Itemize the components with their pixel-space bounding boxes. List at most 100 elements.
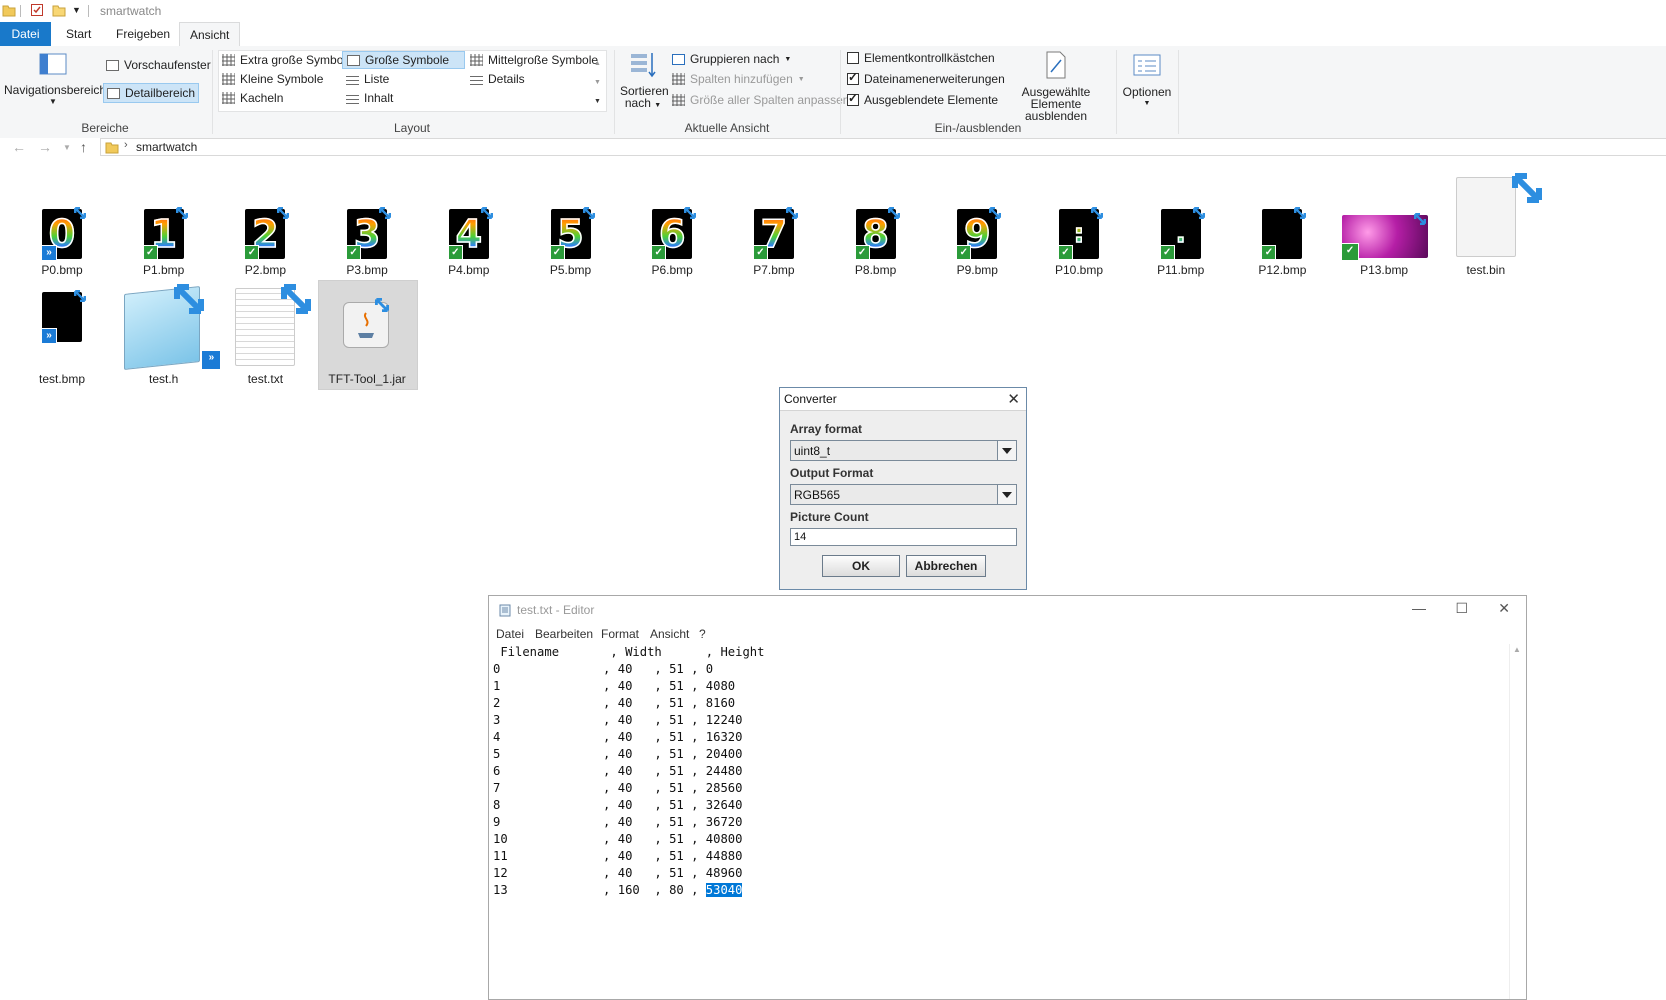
recent-locations-icon[interactable]: ▼ <box>63 143 71 152</box>
synced-check-icon: ✓ <box>854 245 870 260</box>
breadcrumb[interactable]: smartwatch <box>136 140 197 154</box>
file-item[interactable]: 1 ✓ P1.bmp <box>114 205 214 279</box>
editor-menu-bar: Datei Bearbeiten Format Ansicht ? <box>489 624 1526 644</box>
file-name: P2.bmp <box>244 263 287 277</box>
file-item[interactable]: 0» P0.bmp <box>12 205 112 279</box>
layout-large-icons[interactable]: Große Symbole <box>342 51 465 69</box>
picture-count-input[interactable]: 14 <box>790 528 1017 546</box>
file-item[interactable]: 9 ✓ P9.bmp <box>927 205 1027 279</box>
hide-selected-button[interactable]: Ausgewählte Elemente ausblenden <box>1000 50 1112 122</box>
synced-check-icon: ✓ <box>1341 243 1360 261</box>
group-label-aktuelle-ansicht: Aktuelle Ansicht <box>684 121 770 135</box>
file-name: test.bmp <box>38 372 86 386</box>
file-item[interactable]: ✓ P12.bmp <box>1232 205 1332 279</box>
new-folder-icon[interactable] <box>52 3 66 17</box>
layout-small-icons[interactable]: Kleine Symbole <box>222 70 323 88</box>
file-item[interactable]: 5 ✓ P5.bmp <box>521 205 621 279</box>
navigation-pane-button[interactable]: Navigationsbereich ▼ <box>4 52 106 108</box>
layout-details[interactable]: Details <box>470 70 525 88</box>
sort-label-2: nach <box>624 96 651 110</box>
customize-quick-access-icon[interactable]: ▼ <box>72 5 86 19</box>
pinned-arrow-icon <box>379 207 392 222</box>
ok-button[interactable]: OK <box>822 555 900 577</box>
file-item[interactable]: » test.bmp <box>12 288 112 388</box>
file-name: test.h <box>149 372 179 386</box>
tab-ansicht[interactable]: Ansicht <box>179 22 241 47</box>
file-item[interactable]: 4 ✓ P4.bmp <box>419 205 519 279</box>
text-line-content: 10 , 40 , 51 , <box>493 832 706 846</box>
group-by-button[interactable]: Gruppieren nach ▼ <box>672 50 791 68</box>
file-item[interactable]: test.h <box>114 284 214 388</box>
checkbox-checked[interactable] <box>847 91 859 106</box>
vertical-scrollbar[interactable]: ▲ <box>1509 644 1526 999</box>
file-item[interactable]: 8 ✓ P8.bmp <box>826 205 926 279</box>
editor-title: test.txt - Editor <box>517 603 595 617</box>
tab-start[interactable]: Start <box>56 22 101 46</box>
file-item[interactable]: 2 ✓ P2.bmp <box>215 205 315 279</box>
back-arrow-icon[interactable]: ← <box>12 139 26 155</box>
file-item[interactable]: 3 ✓ P3.bmp <box>317 205 417 279</box>
layout-extra-large-icons[interactable]: Extra große Symbole <box>222 51 353 69</box>
tab-datei[interactable]: Datei <box>0 22 51 46</box>
layout-scroll-arrows[interactable]: ▲ ▼ ▼ <box>594 54 601 111</box>
close-icon[interactable]: ✕ <box>1007 390 1020 408</box>
file-item[interactable]: : ✓ P10.bmp <box>1029 205 1129 279</box>
properties-icon[interactable] <box>30 3 44 17</box>
output-format-value: RGB565 <box>794 488 841 502</box>
file-item[interactable]: 6 ✓ P6.bmp <box>622 205 722 279</box>
notepad-icon <box>498 603 512 620</box>
layout-item-label: Mittelgroße Symbole <box>488 53 599 67</box>
editor-text-area[interactable]: Filename , Width , Height 0 , 40 , 51 , 0… <box>493 644 765 899</box>
fit-columns-button[interactable]: Größe aller Spalten anpassen <box>672 91 849 109</box>
close-icon[interactable]: ✕ <box>1498 600 1510 617</box>
preview-pane-button[interactable]: Vorschaufenster <box>106 56 211 74</box>
fit-columns-icon <box>672 94 685 106</box>
layout-content[interactable]: Inhalt <box>346 89 393 107</box>
file-item[interactable]: test.bin <box>1436 173 1542 279</box>
details-pane-button[interactable]: Detailbereich <box>103 83 200 103</box>
file-item[interactable]: ✓ P13.bmp <box>1334 205 1434 279</box>
layout-tiles[interactable]: Kacheln <box>222 89 283 107</box>
maximize-icon[interactable]: ☐ <box>1455 600 1468 617</box>
offset-value: 36720 <box>705 815 743 829</box>
add-columns-button[interactable]: Spalten hinzufügen ▼ <box>672 70 805 88</box>
array-format-select[interactable]: uint8_t <box>790 440 1017 461</box>
pinned-arrow-icon <box>684 207 697 222</box>
menu-format[interactable]: Format <box>601 627 639 641</box>
file-item[interactable]: TFT-Tool_1.jar <box>317 288 417 388</box>
menu-ansicht[interactable]: Ansicht <box>650 627 689 641</box>
options-button[interactable]: Optionen ▼ <box>1120 54 1174 110</box>
pinned-arrow-icon <box>281 284 312 317</box>
cancel-button[interactable]: Abbrechen <box>906 555 986 577</box>
file-item[interactable]: 7 ✓ P7.bmp <box>724 205 824 279</box>
checkbox-unchecked[interactable] <box>847 52 859 64</box>
output-format-select[interactable]: RGB565 <box>790 484 1017 505</box>
menu-datei[interactable]: Datei <box>496 627 524 641</box>
chevron-down-icon[interactable] <box>997 485 1016 504</box>
item-checkboxes-toggle[interactable]: Elementkontrollkästchen <box>847 49 995 67</box>
offset-value: 32640 <box>705 798 743 812</box>
file-extensions-toggle[interactable]: Dateinamenerweiterungen <box>847 70 1005 88</box>
sort-by-button[interactable]: Sortieren nach ▼ <box>620 51 669 112</box>
layout-list[interactable]: Liste <box>346 70 389 88</box>
scroll-up-icon[interactable]: ▲ <box>1513 645 1521 654</box>
menu-help[interactable]: ? <box>699 627 706 641</box>
file-item[interactable]: » test.txt <box>201 284 315 388</box>
file-icon <box>1455 177 1516 257</box>
checkbox-checked[interactable] <box>847 70 859 85</box>
file-name: P1.bmp <box>143 263 185 277</box>
details-pane-label: Detailbereich <box>125 86 196 100</box>
address-bar[interactable] <box>100 138 1666 156</box>
forward-arrow-icon[interactable]: → <box>38 139 52 155</box>
tab-freigeben[interactable]: Freigeben <box>106 22 180 46</box>
chevron-down-icon[interactable] <box>997 441 1016 460</box>
minimize-icon[interactable]: — <box>1412 600 1426 616</box>
text-line: 13 , 160 , 80 , 53040 <box>493 882 765 899</box>
file-item[interactable]: . ✓ P11.bmp <box>1131 205 1231 279</box>
medium-icons-icon <box>470 54 483 66</box>
hidden-items-toggle[interactable]: Ausgeblendete Elemente <box>847 91 998 109</box>
layout-medium-icons[interactable]: Mittelgroße Symbole <box>470 51 598 69</box>
up-arrow-icon[interactable]: ↑ <box>80 139 87 155</box>
menu-bearbeiten[interactable]: Bearbeiten <box>535 627 593 641</box>
text-line: 0 , 40 , 51 , 0 <box>493 661 765 678</box>
